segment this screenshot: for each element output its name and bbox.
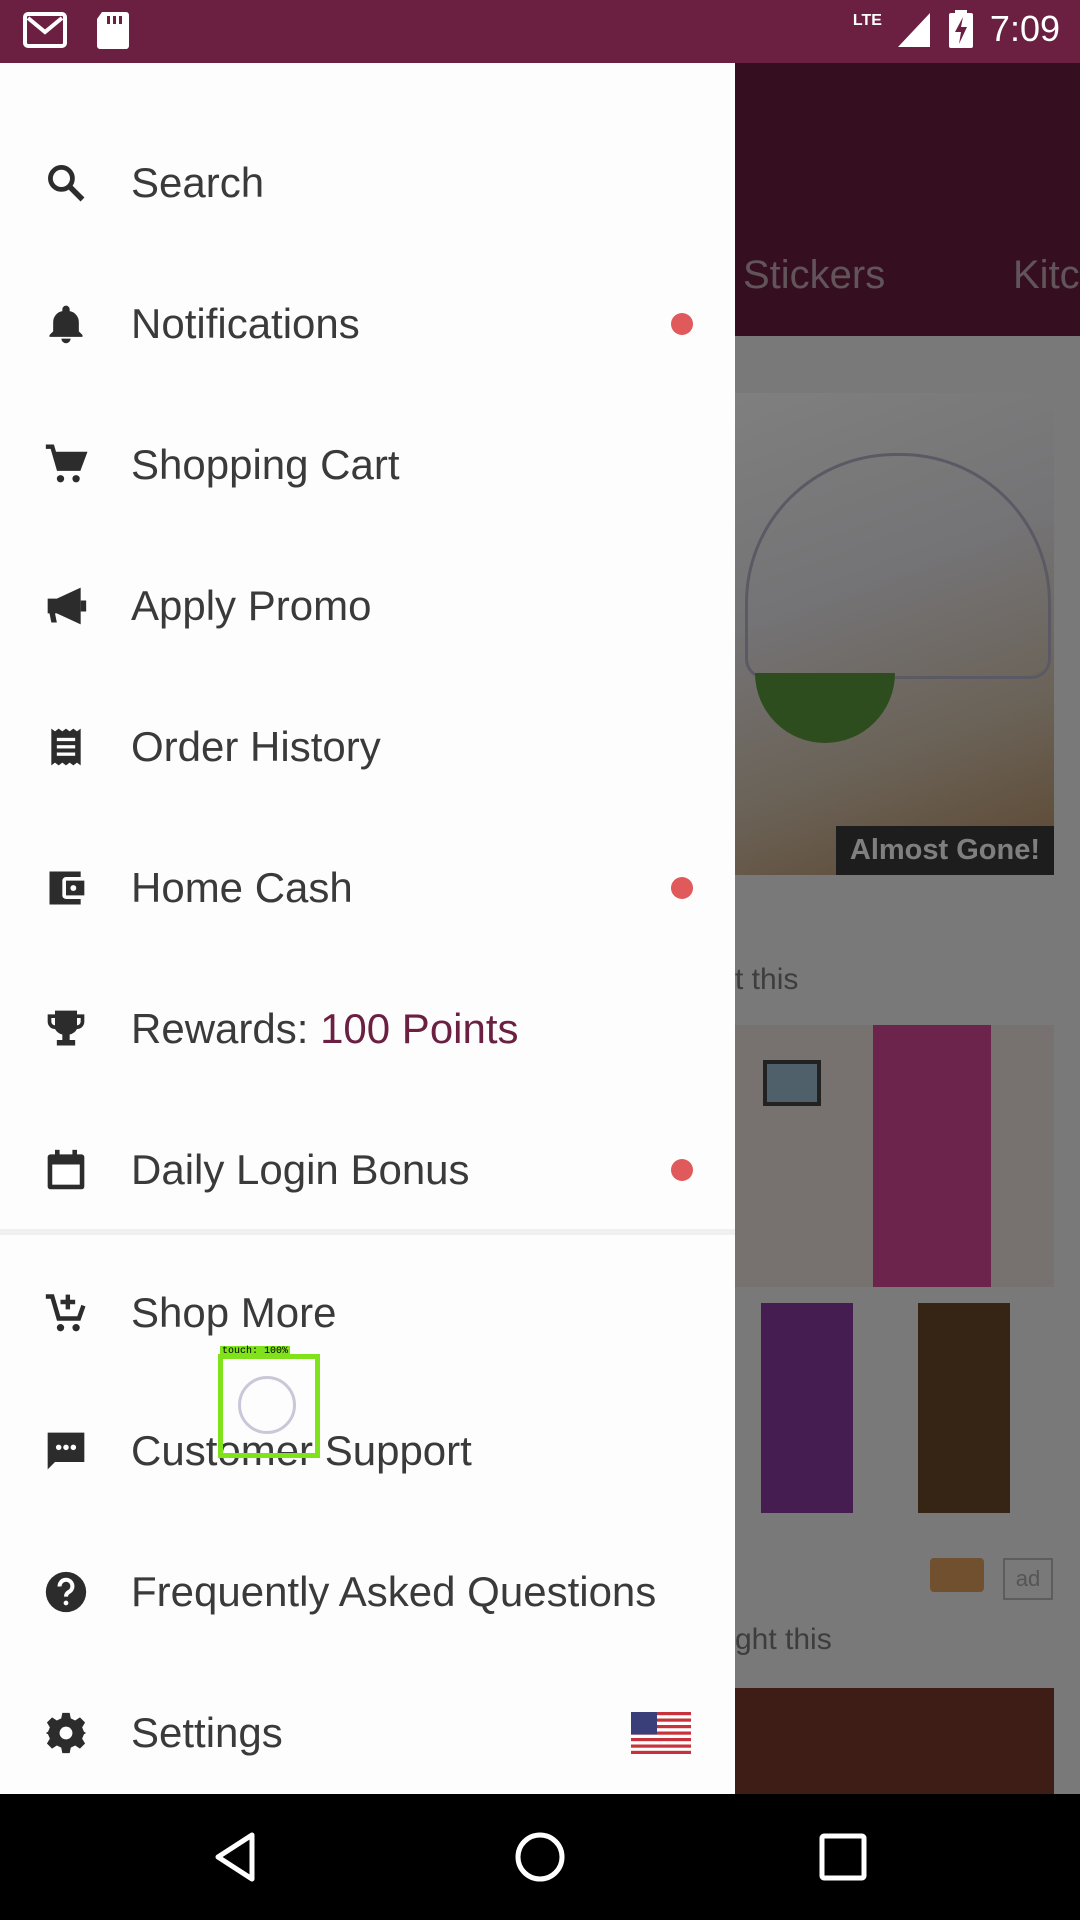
drawer-item-label: Apply Promo	[131, 582, 372, 629]
drawer-item-search[interactable]: Search	[0, 113, 735, 253]
drawer-item-settings[interactable]: Settings	[0, 1663, 735, 1803]
notification-dot	[671, 877, 693, 899]
system-nav-bar	[0, 1794, 1080, 1920]
drawer-divider	[0, 1229, 735, 1235]
drawer-item-shopping-cart[interactable]: Shopping Cart	[0, 395, 735, 535]
us-flag-icon[interactable]	[631, 1712, 691, 1754]
drawer-item-order-history[interactable]: Order History	[0, 677, 735, 817]
drawer-item-apply-promo[interactable]: Apply Promo	[0, 536, 735, 676]
wallet-icon	[49, 871, 85, 905]
drawer-item-shop-more[interactable]: Shop More	[0, 1243, 735, 1383]
signal-icon	[897, 13, 930, 47]
rewards-label: Rewards:	[131, 1005, 321, 1052]
search-icon	[48, 165, 85, 202]
drawer-item-label: Daily Login Bonus	[131, 1146, 470, 1193]
megaphone-icon	[47, 587, 87, 625]
receipt-icon	[51, 728, 81, 766]
drawer-item-label: Shopping Cart	[131, 441, 400, 488]
sd-card-icon	[97, 12, 129, 49]
network-type: LTE	[852, 12, 882, 29]
gear-icon	[45, 1712, 87, 1754]
home-icon[interactable]	[504, 1821, 576, 1893]
add-cart-icon	[45, 1294, 86, 1332]
chat-icon	[47, 1432, 85, 1470]
drawer-item-label: Settings	[131, 1709, 283, 1756]
notification-dot	[671, 313, 693, 335]
touch-indicator-circle	[238, 1376, 296, 1434]
drawer-item-daily-login-bonus[interactable]: Daily Login Bonus	[0, 1100, 735, 1240]
clock: 7:09	[989, 8, 1060, 49]
drawer-item-home-cash[interactable]: Home Cash	[0, 818, 735, 958]
drawer-item-rewards[interactable]: Rewards: 100 Points	[0, 959, 735, 1099]
rewards-points: 100 Points	[320, 1005, 519, 1052]
recents-icon[interactable]	[807, 1821, 879, 1893]
drawer-item-customer-support[interactable]: Customer Support	[0, 1381, 735, 1521]
drawer-item-label: Notifications	[131, 300, 360, 347]
status-bar: LTE 7:09	[0, 0, 1080, 63]
notification-dot	[671, 1159, 693, 1181]
drawer-item-faq[interactable]: Frequently Asked Questions	[0, 1522, 735, 1662]
drawer-item-label: Search	[131, 159, 265, 206]
drawer-item-notifications[interactable]: Notifications	[0, 254, 735, 394]
help-icon	[45, 1571, 87, 1613]
drawer-scrim[interactable]	[735, 63, 1080, 1794]
bell-icon	[49, 305, 83, 344]
back-icon[interactable]	[200, 1821, 272, 1893]
drawer-item-label: Order History	[131, 723, 381, 770]
trophy-icon	[47, 1010, 85, 1046]
gmail-icon	[23, 12, 67, 48]
drawer-item-label: Frequently Asked Questions	[131, 1568, 657, 1615]
calendar-icon	[47, 1149, 85, 1190]
drawer-item-label: Rewards: 100 Points	[131, 1005, 519, 1053]
drawer-item-label: Home Cash	[131, 864, 353, 911]
navigation-drawer: Search Notifications Shopping Cart Apply…	[0, 63, 735, 1794]
drawer-item-label: Shop More	[131, 1289, 337, 1336]
cart-icon	[45, 444, 88, 483]
battery-charging-icon	[948, 10, 973, 48]
